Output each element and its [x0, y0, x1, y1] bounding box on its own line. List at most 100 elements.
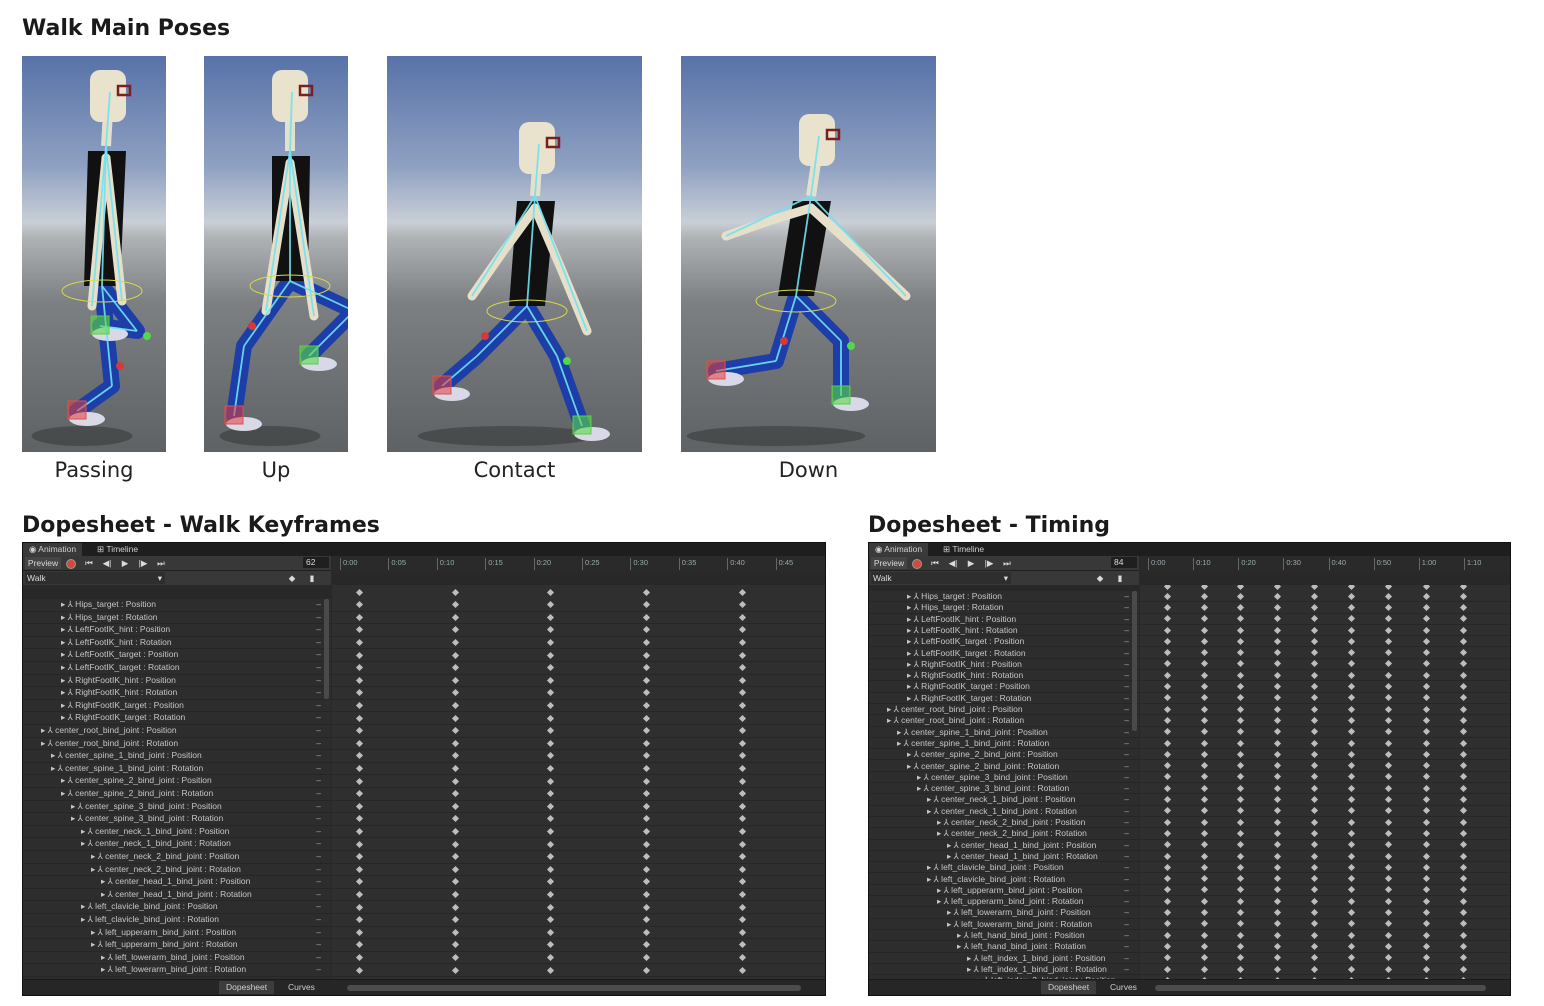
keyframe[interactable]: [1422, 942, 1431, 950]
keyframe[interactable]: [451, 752, 460, 760]
keyframe[interactable]: [1310, 603, 1319, 611]
property-row[interactable]: ▸ ⅄ center_head_1_bind_joint : Rotation –: [869, 851, 1139, 863]
keyframe[interactable]: [546, 928, 555, 936]
property-row[interactable]: ▸ ⅄ LeftFootIK_target : Rotation –: [23, 662, 331, 675]
keyframe[interactable]: [1273, 852, 1282, 860]
keyframe[interactable]: [1347, 671, 1356, 679]
keyframe[interactable]: [546, 916, 555, 924]
keyframe[interactable]: [1200, 739, 1209, 747]
keyframe[interactable]: [1347, 660, 1356, 668]
keyframe[interactable]: [1163, 649, 1172, 657]
property-row[interactable]: ▸ ⅄ left_clavicle_bind_joint : Position –: [23, 901, 331, 914]
keyframe[interactable]: [546, 828, 555, 836]
play-button[interactable]: ▶: [963, 557, 979, 569]
keyframe[interactable]: [1384, 908, 1393, 917]
remove-property-button[interactable]: –: [316, 876, 321, 888]
keyframe[interactable]: [1163, 626, 1172, 634]
keyframe[interactable]: [1384, 818, 1393, 826]
first-key-button[interactable]: ⏮: [81, 557, 97, 569]
keyframe[interactable]: [451, 941, 460, 949]
keyframe[interactable]: [642, 739, 651, 747]
keyframe[interactable]: [1236, 682, 1245, 691]
property-row[interactable]: ▸ ⅄ center_head_1_bind_joint : Position –: [23, 876, 331, 889]
summary-keyframe[interactable]: [1384, 585, 1393, 590]
keyframe[interactable]: [1273, 637, 1282, 645]
keyframe[interactable]: [1347, 739, 1356, 747]
property-row[interactable]: ▸ ⅄ Hips_target : Position –: [23, 599, 331, 612]
keyframe[interactable]: [1459, 852, 1468, 860]
keyframe[interactable]: [738, 966, 747, 974]
keyframe[interactable]: [1163, 965, 1172, 973]
keyframe[interactable]: [1273, 716, 1282, 724]
keyframe[interactable]: [1384, 762, 1393, 770]
keyframe[interactable]: [1200, 626, 1209, 634]
keyframe[interactable]: [1236, 671, 1245, 679]
property-row[interactable]: ▸ ⅄ center_neck_2_bind_joint : Rotation –: [869, 828, 1139, 840]
keyframe[interactable]: [451, 601, 460, 609]
remove-property-button[interactable]: –: [316, 927, 321, 939]
remove-property-button[interactable]: –: [316, 624, 321, 636]
property-row[interactable]: ▸ ⅄ RightFootIK_hint : Rotation –: [23, 687, 331, 700]
property-row[interactable]: ▸ ⅄ left_upperarm_bind_joint : Rotation –: [869, 896, 1139, 908]
keyframe[interactable]: [1200, 818, 1209, 826]
keyframe[interactable]: [1236, 807, 1245, 815]
summary-keyframe[interactable]: [546, 589, 555, 597]
keyframe[interactable]: [355, 828, 364, 836]
keyframe[interactable]: [1163, 852, 1172, 860]
keyframe[interactable]: [1422, 931, 1431, 939]
keyframe[interactable]: [1310, 875, 1319, 883]
keyframe[interactable]: [1384, 807, 1393, 815]
keyframe[interactable]: [1384, 592, 1393, 600]
keyframe[interactable]: [1200, 954, 1209, 962]
keyframe[interactable]: [738, 639, 747, 647]
summary-keyframe[interactable]: [1459, 585, 1468, 590]
next-key-button[interactable]: |▶: [981, 557, 997, 569]
remove-property-button[interactable]: –: [1124, 648, 1129, 658]
keyframe[interactable]: [1422, 637, 1431, 645]
keyframe[interactable]: [1347, 773, 1356, 781]
keyframe[interactable]: [1422, 784, 1431, 792]
property-row[interactable]: ▸ ⅄ LeftFootIK_target : Position –: [869, 636, 1139, 648]
keyframe[interactable]: [1422, 897, 1431, 905]
keyframe[interactable]: [1163, 954, 1172, 962]
property-row[interactable]: ▸ ⅄ center_root_bind_joint : Rotation –: [869, 715, 1139, 727]
keyframe[interactable]: [546, 840, 555, 848]
keyframe[interactable]: [642, 828, 651, 836]
remove-property-button[interactable]: –: [316, 889, 321, 901]
keyframe[interactable]: [1422, 762, 1431, 770]
keyframe[interactable]: [738, 601, 747, 609]
remove-property-button[interactable]: –: [316, 675, 321, 687]
keyframe[interactable]: [1200, 773, 1209, 781]
summary-keyframe[interactable]: [1310, 585, 1319, 590]
keyframe[interactable]: [1200, 795, 1209, 804]
keyframe[interactable]: [1310, 897, 1319, 905]
keyframe[interactable]: [1384, 773, 1393, 781]
remove-property-button[interactable]: –: [1124, 794, 1129, 804]
keyframe[interactable]: [1236, 886, 1245, 894]
property-row[interactable]: ▸ ⅄ center_neck_2_bind_joint : Position –: [23, 851, 331, 864]
keyframe[interactable]: [546, 891, 555, 899]
keyframe[interactable]: [355, 802, 364, 810]
keyframe[interactable]: [1273, 750, 1282, 758]
property-row[interactable]: ▸ ⅄ center_neck_2_bind_joint : Rotation –: [23, 864, 331, 877]
keyframe[interactable]: [1163, 818, 1172, 826]
keyframe[interactable]: [1236, 795, 1245, 804]
keyframe[interactable]: [1163, 886, 1172, 894]
keyframe[interactable]: [1384, 897, 1393, 905]
keyframe[interactable]: [1459, 863, 1468, 871]
remove-property-button[interactable]: –: [316, 914, 321, 926]
keyframe[interactable]: [355, 865, 364, 873]
property-row[interactable]: ▸ ⅄ center_neck_1_bind_joint : Position –: [869, 794, 1139, 806]
keyframe[interactable]: [738, 664, 747, 672]
property-row[interactable]: ▸ ⅄ center_spine_1_bind_joint : Rotation…: [23, 763, 331, 776]
keyframe[interactable]: [1236, 773, 1245, 781]
keyframe[interactable]: [546, 954, 555, 962]
last-key-button[interactable]: ⏭: [999, 557, 1015, 569]
keyframe[interactable]: [642, 752, 651, 760]
keyframe[interactable]: [1163, 762, 1172, 770]
keyframe[interactable]: [1236, 592, 1245, 600]
keyframe[interactable]: [1273, 875, 1282, 883]
keyframe[interactable]: [1347, 931, 1356, 939]
keyframe[interactable]: [1459, 841, 1468, 849]
remove-property-button[interactable]: –: [316, 901, 321, 913]
